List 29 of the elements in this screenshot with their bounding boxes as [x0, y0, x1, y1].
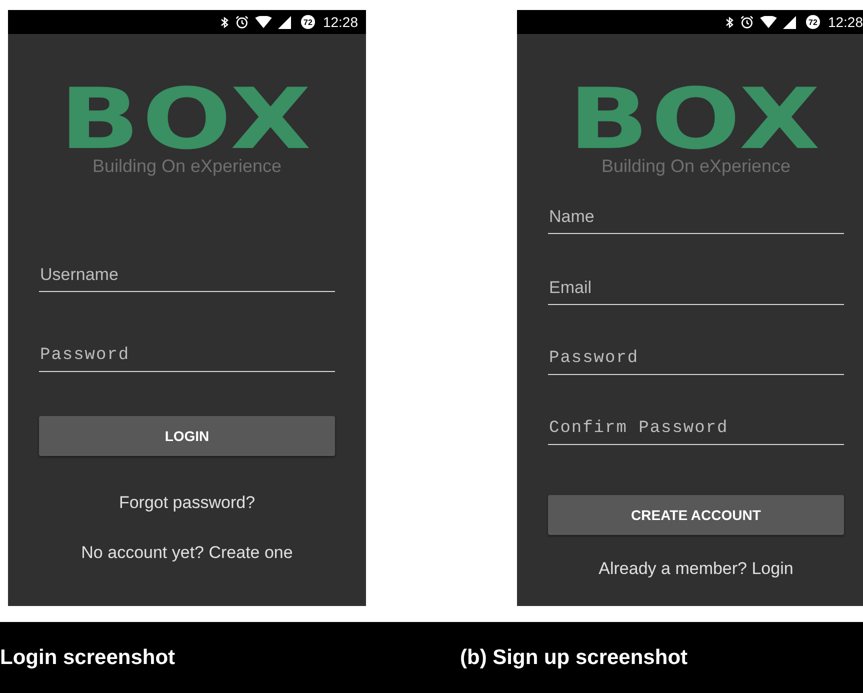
- tagline: Building On eXperience: [601, 156, 791, 177]
- input-field[interactable]: Password: [548, 349, 844, 375]
- bluetooth-icon: [220, 16, 229, 28]
- bluetooth-icon: [724, 16, 734, 28]
- alarm-icon: [740, 15, 754, 29]
- signal-icon: [278, 16, 291, 28]
- battery-badge: 72: [300, 15, 315, 29]
- input-field[interactable]: Password: [39, 346, 335, 372]
- wifi-icon: [254, 16, 272, 28]
- input-field[interactable]: Username: [39, 265, 335, 292]
- figure-caption: Login screenshot: [0, 646, 176, 670]
- status-time: 12:28: [828, 14, 863, 30]
- figure-caption: (b) Sign up screenshot: [460, 646, 688, 670]
- submit-button[interactable]: LOGIN: [39, 416, 335, 456]
- text-link[interactable]: Forgot password?: [118, 493, 256, 513]
- submit-button[interactable]: CREATE ACCOUNT: [548, 495, 844, 535]
- battery-badge: 72: [806, 15, 820, 29]
- input-field[interactable]: Confirm Password: [548, 419, 844, 445]
- signal-icon: [782, 16, 796, 28]
- status-time: 12:28: [322, 14, 358, 30]
- text-link[interactable]: Already a member? Login: [598, 559, 794, 579]
- alarm-icon: [234, 15, 249, 29]
- input-field[interactable]: Email: [548, 278, 844, 305]
- text-link[interactable]: No account yet? Create one: [81, 543, 293, 563]
- input-field[interactable]: Name: [548, 207, 844, 234]
- logo-text: BOX: [569, 84, 823, 154]
- logo-text: BOX: [60, 84, 314, 154]
- wifi-icon: [760, 16, 777, 28]
- tagline: Building On eXperience: [92, 156, 282, 177]
